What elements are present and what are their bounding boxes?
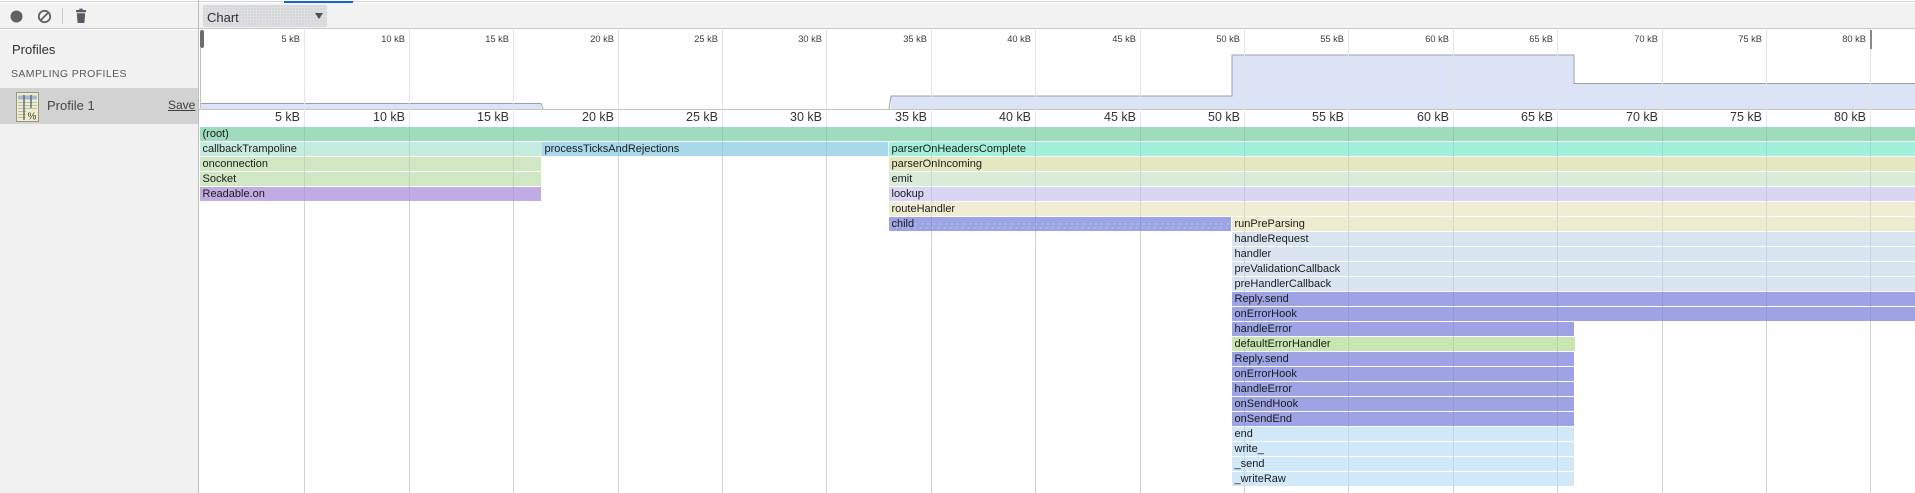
svg-text:%: % [28, 112, 37, 123]
